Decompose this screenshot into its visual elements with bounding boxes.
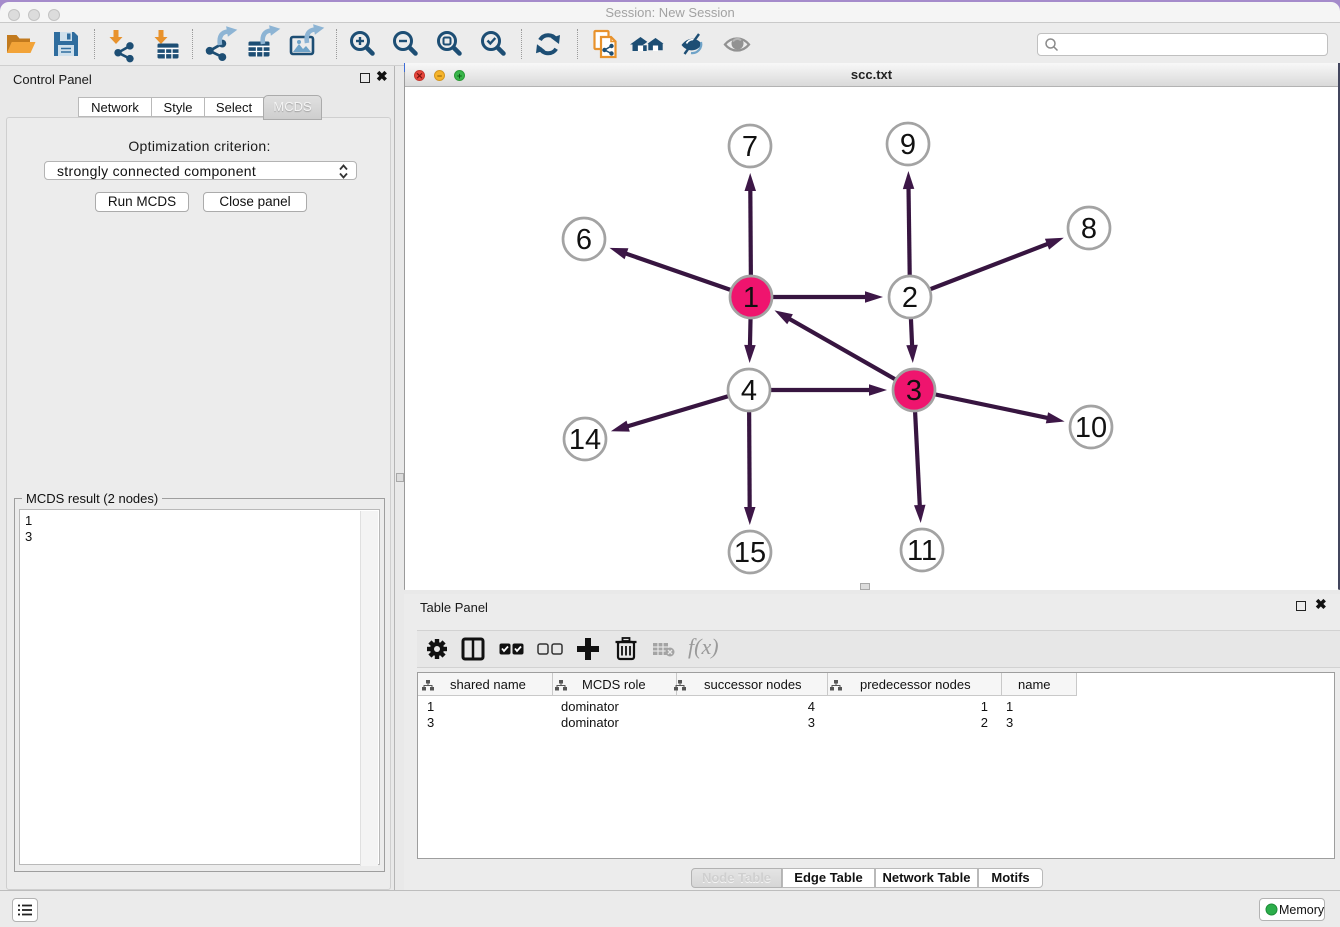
svg-text:14: 14 — [569, 424, 601, 456]
svg-text:3: 3 — [906, 375, 922, 407]
svg-text:11: 11 — [907, 535, 937, 567]
svg-text:4: 4 — [741, 375, 757, 407]
svg-text:10: 10 — [1075, 412, 1107, 444]
svg-text:2: 2 — [902, 282, 918, 314]
svg-text:1: 1 — [743, 282, 759, 314]
svg-text:6: 6 — [576, 224, 592, 256]
svg-text:9: 9 — [900, 129, 916, 161]
svg-text:8: 8 — [1081, 213, 1097, 245]
svg-text:7: 7 — [742, 131, 758, 163]
svg-text:15: 15 — [734, 537, 766, 569]
